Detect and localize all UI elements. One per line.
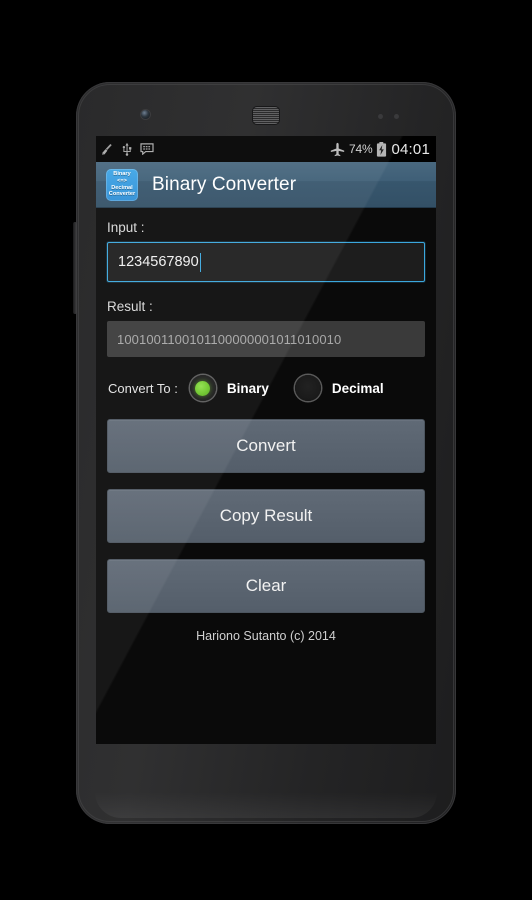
footer-credit: Hariono Sutanto (c) 2014	[196, 629, 336, 643]
radio-binary[interactable]	[189, 375, 216, 401]
radio-option-decimal[interactable]: Decimal	[294, 375, 384, 401]
clear-button[interactable]: Clear	[107, 559, 425, 613]
input-label: Input :	[107, 220, 145, 235]
input-field[interactable]: 1234567890	[107, 242, 425, 282]
app-icon-line-1: Binary	[113, 171, 131, 178]
text-caret	[199, 252, 202, 272]
volume-rocker-button[interactable]	[73, 222, 77, 314]
app-icon-line-4: Converter	[108, 191, 136, 198]
status-bar: 74% 04:01	[96, 136, 436, 162]
convert-to-row: Convert To : Binary Decimal	[107, 375, 425, 401]
action-bar: Binary <=> Decimal Converter Binary Conv…	[96, 162, 436, 208]
radio-option-binary[interactable]: Binary	[189, 375, 269, 401]
app-icon-line-3: Decimal	[111, 184, 133, 191]
input-value: 1234567890	[118, 254, 199, 270]
button-stack: Convert Copy Result Clear	[107, 419, 425, 613]
broom-icon	[101, 143, 112, 155]
earpiece-speaker-icon	[253, 107, 279, 124]
proximity-sensor-icon	[378, 114, 383, 119]
usb-icon	[122, 142, 132, 156]
status-bar-left-icons	[101, 142, 154, 156]
radio-decimal[interactable]	[294, 375, 321, 401]
ambient-light-sensor-icon	[394, 114, 399, 119]
clock-label: 04:01	[391, 140, 430, 158]
front-camera-icon	[141, 110, 150, 119]
phone-screen: 74% 04:01 Binary <=> Decimal Converter B…	[96, 136, 436, 744]
battery-percent-label: 74%	[349, 142, 373, 156]
status-bar-right-icons: 74% 04:01	[330, 141, 430, 158]
airplane-mode-icon	[330, 142, 345, 156]
result-field[interactable]: 1001001100101100000001011010010	[107, 321, 425, 357]
page-title: Binary Converter	[152, 173, 297, 195]
convert-to-label: Convert To :	[108, 380, 178, 396]
main-content: Input : 1234567890 Result : 100100110010…	[96, 208, 436, 643]
radio-decimal-label: Decimal	[331, 380, 384, 396]
sms-icon	[140, 143, 154, 155]
radio-binary-selected-dot	[195, 380, 211, 396]
app-logo-icon: Binary <=> Decimal Converter	[106, 168, 138, 201]
phone-device: 74% 04:01 Binary <=> Decimal Converter B…	[73, 82, 456, 824]
app-icon-line-2: <=>	[117, 177, 127, 184]
battery-charging-icon	[377, 141, 387, 157]
result-label: Result :	[107, 299, 153, 314]
copy-result-button[interactable]: Copy Result	[107, 489, 425, 543]
result-value: 1001001100101100000001011010010	[117, 331, 342, 347]
convert-button[interactable]: Convert	[107, 419, 425, 473]
device-bottom-sheen	[95, 792, 437, 818]
radio-binary-label: Binary	[226, 380, 269, 396]
